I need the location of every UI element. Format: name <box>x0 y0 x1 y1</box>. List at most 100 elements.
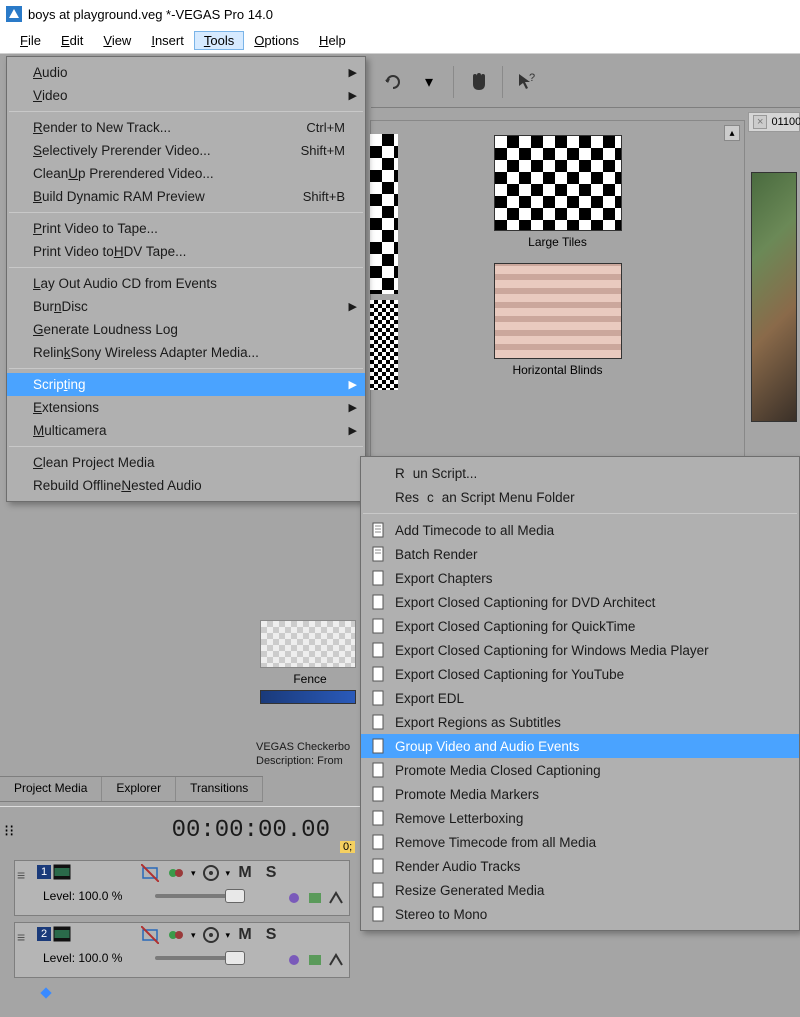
script-resize-generated[interactable]: Resize Generated Media <box>361 878 799 902</box>
menu-separator <box>9 267 363 268</box>
menubar: File Edit View Insert Tools Options Help <box>0 28 800 54</box>
transition-item-large-tiles[interactable]: Large Tiles <box>478 135 638 249</box>
script-export-cc-wmp[interactable]: Export Closed Captioning for Windows Med… <box>361 638 799 662</box>
hand-tool-icon[interactable] <box>462 66 494 98</box>
bypass-fx-icon[interactable] <box>139 863 161 883</box>
script-render-audio-tracks[interactable]: Render Audio Tracks <box>361 854 799 878</box>
menu-item-print-to-tape[interactable]: Print Video to Tape... <box>7 217 365 240</box>
solo-button[interactable]: S <box>260 925 282 945</box>
track-fx-icon[interactable] <box>165 863 187 883</box>
dropdown-icon[interactable]: ▾ <box>191 930 196 941</box>
menu-item-burn-disc[interactable]: Burn Disc▶ <box>7 295 365 318</box>
dropdown-icon[interactable]: ▾ <box>226 868 231 879</box>
track-number: 2 <box>37 927 51 941</box>
menu-help[interactable]: Help <box>309 31 356 50</box>
track-motion-icon[interactable] <box>285 890 303 911</box>
script-promote-cc[interactable]: Promote Media Closed Captioning <box>361 758 799 782</box>
menu-item-run-script[interactable]: Run Script... <box>361 461 799 485</box>
script-promote-markers[interactable]: Promote Media Markers <box>361 782 799 806</box>
menu-item-extensions[interactable]: Extensions▶ <box>7 396 365 419</box>
script-icon <box>371 858 387 874</box>
track-handle-icon[interactable]: ≡ <box>17 929 25 945</box>
script-group-video-audio[interactable]: Group Video and Audio Events <box>361 734 799 758</box>
menu-item-clean-up-prerendered[interactable]: Clean Up Prerendered Video... <box>7 162 365 185</box>
script-export-regions-subs[interactable]: Export Regions as Subtitles <box>361 710 799 734</box>
script-stereo-to-mono[interactable]: Stereo to Mono <box>361 902 799 926</box>
track-video-2[interactable]: ≡ 2 ▾ ▾ M S Level: 100.0 % <box>14 922 350 978</box>
make-parent-icon[interactable] <box>327 952 345 973</box>
submenu-arrow-icon: ▶ <box>349 378 357 391</box>
menu-item-print-to-hdv[interactable]: Print Video to HDV Tape... <box>7 240 365 263</box>
script-icon <box>371 810 387 826</box>
automation-icon[interactable] <box>200 925 222 945</box>
menu-item-render-new-track[interactable]: Render to New Track...Ctrl+M <box>7 116 365 139</box>
solo-button[interactable]: S <box>260 863 282 883</box>
compositing-mode-icon[interactable] <box>306 952 324 973</box>
dropdown-icon[interactable]: ▾ <box>226 930 231 941</box>
menu-edit[interactable]: Edit <box>51 31 93 50</box>
track-video-1[interactable]: ≡ 1 ▾ ▾ M S Level: 100.0 % <box>14 860 350 916</box>
menu-item-loudness-log[interactable]: Generate Loudness Log <box>7 318 365 341</box>
menu-item-selectively-prerender[interactable]: Selectively Prerender Video...Shift+M <box>7 139 365 162</box>
script-export-chapters[interactable]: Export Chapters <box>361 566 799 590</box>
make-parent-icon[interactable] <box>327 890 345 911</box>
script-remove-timecode[interactable]: Remove Timecode from all Media <box>361 830 799 854</box>
menu-item-audio[interactable]: Audio▶ <box>7 61 365 84</box>
compositing-mode-icon[interactable] <box>306 890 324 911</box>
menu-item-clean-project[interactable]: Clean Project Media <box>7 451 365 474</box>
script-icon <box>371 906 387 922</box>
level-slider[interactable] <box>155 889 245 903</box>
tab-explorer[interactable]: Explorer <box>102 777 176 801</box>
menu-item-rebuild-nested[interactable]: Rebuild Offline Nested Audio <box>7 474 365 497</box>
help-pointer-icon[interactable]: ? <box>511 66 543 98</box>
menu-insert[interactable]: Insert <box>141 31 194 50</box>
track-fx-icon[interactable] <box>165 925 187 945</box>
submenu-arrow-icon: ▶ <box>349 300 357 313</box>
script-icon <box>371 690 387 706</box>
timeline-options-icon[interactable]: ⁝⁝ <box>4 821 14 841</box>
dropdown-icon[interactable]: ▾ <box>191 868 196 879</box>
script-export-edl[interactable]: Export EDL <box>361 686 799 710</box>
menu-item-multicamera[interactable]: Multicamera▶ <box>7 419 365 442</box>
toolbar-separator <box>502 66 503 98</box>
menu-item-relink-sony[interactable]: Relink Sony Wireless Adapter Media... <box>7 341 365 364</box>
menu-view[interactable]: View <box>93 31 141 50</box>
keyframe-icon[interactable] <box>40 986 52 998</box>
timeline-marker[interactable]: 0; <box>340 841 355 853</box>
menu-item-scripting[interactable]: Scripting▶ <box>7 373 365 396</box>
menu-item-lay-out-audio-cd[interactable]: Lay Out Audio CD from Events <box>7 272 365 295</box>
mute-button[interactable]: M <box>234 863 256 883</box>
script-export-cc-youtube[interactable]: Export Closed Captioning for YouTube <box>361 662 799 686</box>
transition-item-fence[interactable]: Fence <box>260 620 360 704</box>
transition-item-horizontal-blinds[interactable]: Horizontal Blinds <box>478 263 638 377</box>
menu-file[interactable]: File <box>10 31 51 50</box>
menu-item-rescan-scripts[interactable]: Rescan Script Menu Folder <box>361 485 799 509</box>
transition-description: VEGAS Checkerbo Description: From <box>256 740 350 768</box>
close-icon[interactable]: × <box>753 115 767 129</box>
submenu-arrow-icon: ▶ <box>349 401 357 414</box>
tab-project-media[interactable]: Project Media <box>0 777 102 801</box>
script-batch-render[interactable]: Batch Render <box>361 542 799 566</box>
script-icon <box>371 618 387 634</box>
mute-button[interactable]: M <box>234 925 256 945</box>
level-slider[interactable] <box>155 951 245 965</box>
script-export-cc-qt[interactable]: Export Closed Captioning for QuickTime <box>361 614 799 638</box>
video-track-icon <box>53 926 71 942</box>
script-icon <box>371 594 387 610</box>
script-add-timecode[interactable]: Add Timecode to all Media <box>361 518 799 542</box>
redo-dropdown-icon[interactable]: ▾ <box>413 66 445 98</box>
script-export-cc-dvd[interactable]: Export Closed Captioning for DVD Archite… <box>361 590 799 614</box>
scroll-up-icon[interactable]: ▴ <box>724 125 740 141</box>
menu-item-build-ram-preview[interactable]: Build Dynamic RAM PreviewShift+B <box>7 185 365 208</box>
menu-tools[interactable]: Tools <box>194 31 244 50</box>
menu-options[interactable]: Options <box>244 31 309 50</box>
menu-separator <box>363 513 797 514</box>
redo-button[interactable] <box>377 66 409 98</box>
tab-transitions[interactable]: Transitions <box>176 777 263 801</box>
menu-item-video[interactable]: Video▶ <box>7 84 365 107</box>
track-handle-icon[interactable]: ≡ <box>17 867 25 883</box>
automation-icon[interactable] <box>200 863 222 883</box>
track-motion-icon[interactable] <box>285 952 303 973</box>
bypass-fx-icon[interactable] <box>139 925 161 945</box>
script-remove-letterboxing[interactable]: Remove Letterboxing <box>361 806 799 830</box>
